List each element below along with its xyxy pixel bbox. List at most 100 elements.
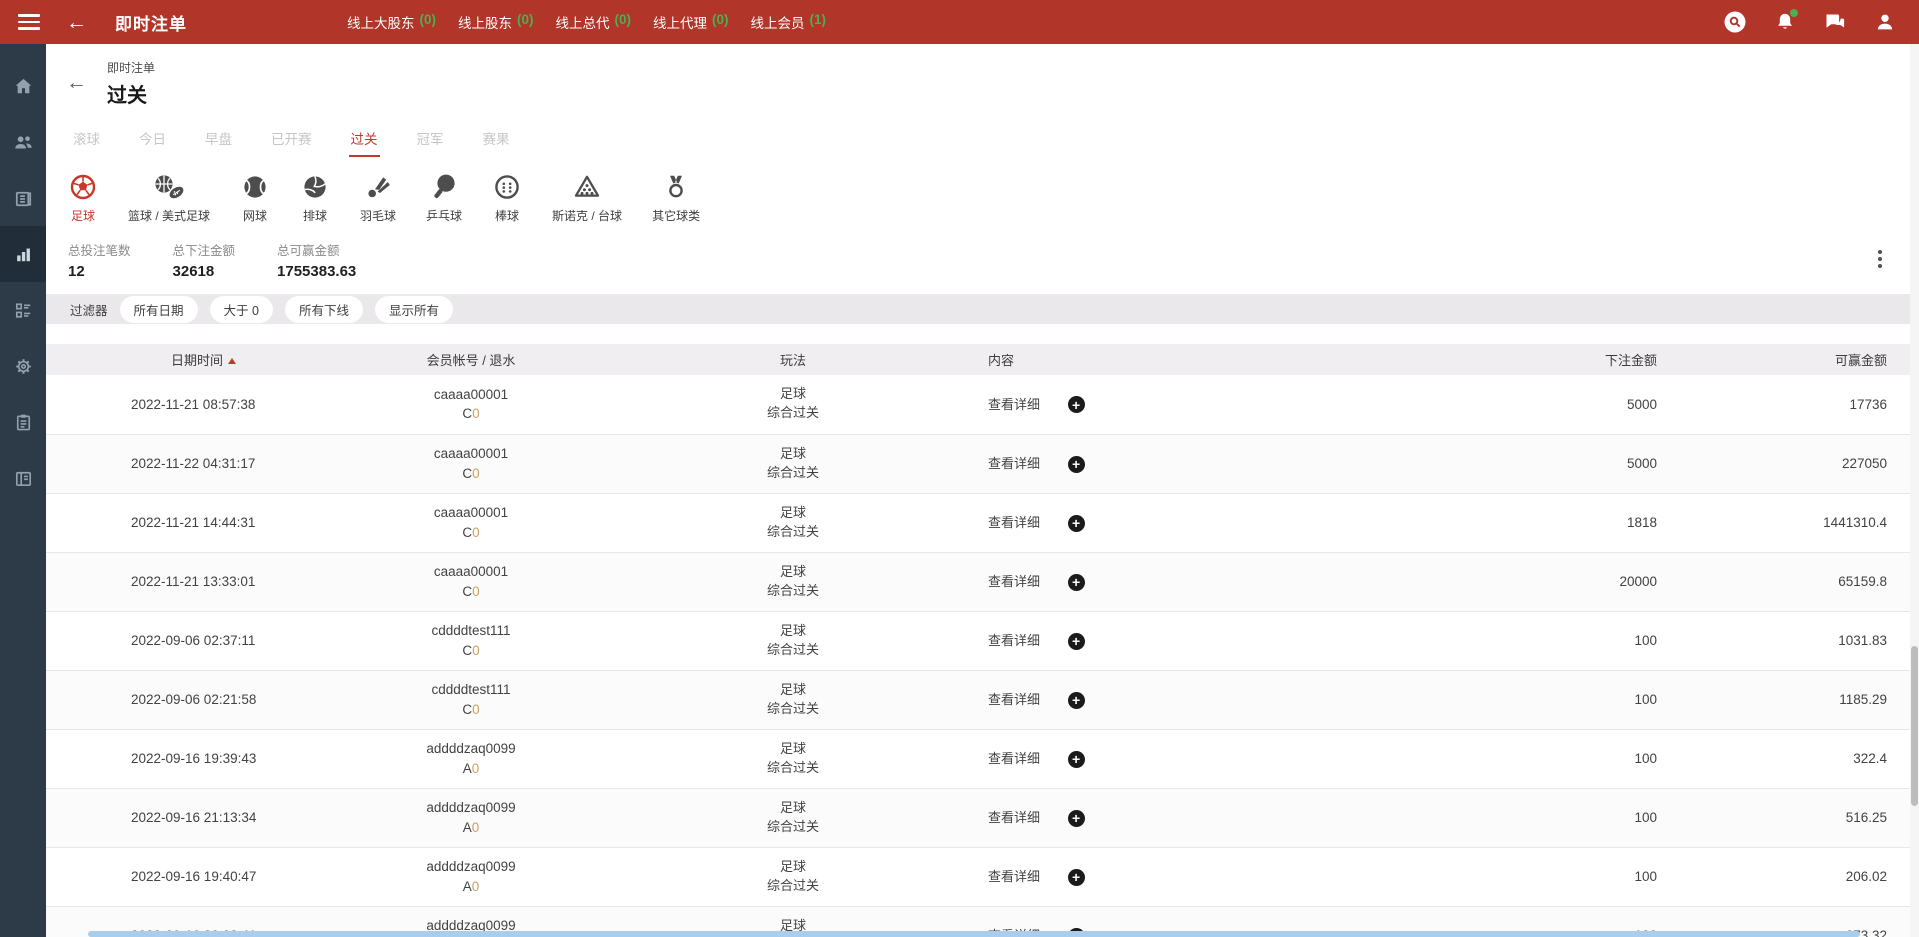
sidebar-item[interactable] xyxy=(0,114,46,170)
expand-plus-icon[interactable]: + xyxy=(1068,692,1085,709)
view-detail-link[interactable]: 查看详细 xyxy=(988,810,1040,825)
expand-plus-icon[interactable]: + xyxy=(1068,515,1085,532)
tab[interactable]: 早盘 xyxy=(203,128,234,157)
sidebar-item[interactable] xyxy=(0,58,46,114)
sport-item[interactable]: 棒球 xyxy=(492,170,522,224)
sidebar-item[interactable] xyxy=(0,450,46,506)
topbar-nav-link[interactable]: 线上会员 (1) xyxy=(751,12,827,32)
sidebar-item[interactable] xyxy=(0,170,46,226)
topbar-nav: 线上大股东 (0) 线上股东 (0) 线上总代 (0) 线上代理 (0) 线上会… xyxy=(347,12,826,32)
play-sport: 足球 xyxy=(606,445,980,464)
sport-item[interactable]: 足球 xyxy=(68,170,98,224)
sidebar-item[interactable] xyxy=(0,282,46,338)
sport-item[interactable]: 排球 xyxy=(300,170,330,224)
table-row: 2022-09-16 19:39:43 addddzaq0099 A0 足球 综… xyxy=(46,729,1919,788)
sport-item[interactable]: 其它球类 xyxy=(652,170,700,224)
cell-date: 2022-11-22 04:31:17 xyxy=(46,434,336,493)
table-row: 2022-11-21 08:57:38 caaaa00001 C0 足球 综合过… xyxy=(46,375,1919,434)
expand-plus-icon[interactable]: + xyxy=(1068,751,1085,768)
notifications-bell-icon[interactable] xyxy=(1773,10,1797,34)
expand-plus-icon[interactable]: + xyxy=(1068,633,1085,650)
cell-content: 查看详细 + xyxy=(980,375,1380,434)
breadcrumb: 即时注单 xyxy=(107,59,155,76)
topbar-back-icon[interactable]: ← xyxy=(66,12,87,33)
vertical-scrollbar-thumb[interactable] xyxy=(1911,646,1918,806)
expand-plus-icon[interactable]: + xyxy=(1068,869,1085,886)
rebate-code: C0 xyxy=(336,464,606,484)
tab-bar: 滚球 今日 早盘 已开赛 过关 冠军 赛果 xyxy=(46,128,1919,157)
col-header-date[interactable]: 日期时间 xyxy=(46,344,336,375)
sport-filter-bar: 足球 篮球 / 美式足球 网球 排球 羽毛球 乒乓球 棒球 斯诺克 / 台球 其… xyxy=(46,170,1919,224)
filter-chip[interactable]: 所有日期 xyxy=(120,296,198,323)
play-type: 综合过关 xyxy=(606,404,980,423)
expand-plus-icon[interactable]: + xyxy=(1068,574,1085,591)
view-detail-link[interactable]: 查看详细 xyxy=(988,397,1040,412)
sport-label: 棒球 xyxy=(492,207,522,224)
play-type: 综合过关 xyxy=(606,877,980,896)
rebate-code: A0 xyxy=(336,877,606,897)
account-icon[interactable] xyxy=(1873,10,1897,34)
tab[interactable]: 今日 xyxy=(137,128,168,157)
cell-account: caaaa00001 C0 xyxy=(336,552,606,611)
cell-win-amount: 1031.83 xyxy=(1665,611,1919,670)
view-detail-link[interactable]: 查看详细 xyxy=(988,574,1040,589)
topbar-nav-link[interactable]: 线上代理 (0) xyxy=(653,12,729,32)
cell-win-amount: 206.02 xyxy=(1665,847,1919,906)
table-row: 2022-09-16 21:13:34 addddzaq0099 A0 足球 综… xyxy=(46,788,1919,847)
cell-bet-amount: 100 xyxy=(1380,847,1665,906)
cell-play: 足球 综合过关 xyxy=(606,375,980,434)
rebate-code: C0 xyxy=(336,641,606,661)
tab[interactable]: 过关 xyxy=(349,128,380,157)
cell-date: 2022-11-21 13:33:01 xyxy=(46,552,336,611)
tab[interactable]: 冠军 xyxy=(415,128,446,157)
topbar-nav-link[interactable]: 线上总代 (0) xyxy=(556,12,632,32)
play-sport: 足球 xyxy=(606,799,980,818)
tab[interactable]: 赛果 xyxy=(481,128,512,157)
search-icon[interactable] xyxy=(1723,10,1747,34)
topbar-nav-link[interactable]: 线上股东 (0) xyxy=(458,12,534,32)
view-detail-link[interactable]: 查看详细 xyxy=(988,515,1040,530)
sport-item[interactable]: 篮球 / 美式足球 xyxy=(128,170,210,224)
expand-plus-icon[interactable]: + xyxy=(1068,396,1085,413)
hamburger-menu-icon[interactable] xyxy=(18,14,40,30)
tab[interactable]: 已开赛 xyxy=(269,128,314,157)
chat-icon[interactable] xyxy=(1823,10,1847,34)
member-account: addddzaq0099 xyxy=(336,739,606,759)
sport-icon xyxy=(128,170,210,202)
main-content: ← 即时注单 过关 滚球 今日 早盘 已开赛 过关 冠军 赛果 足球 篮球 / 美式足球 网… xyxy=(46,44,1919,937)
view-detail-link[interactable]: 查看详细 xyxy=(988,869,1040,884)
sport-item[interactable]: 羽毛球 xyxy=(360,170,396,224)
table-row: 2022-11-21 14:44:31 caaaa00001 C0 足球 综合过… xyxy=(46,493,1919,552)
table-header-row: 日期时间 会员帐号 / 退水 玩法 内容 下注金额 可赢金额 xyxy=(46,344,1919,375)
stat-value: 32618 xyxy=(173,263,236,280)
sport-item[interactable]: 斯诺克 / 台球 xyxy=(552,170,622,224)
filter-chip[interactable]: 大于 0 xyxy=(210,296,273,323)
sidebar-item[interactable] xyxy=(0,226,46,282)
view-detail-link[interactable]: 查看详细 xyxy=(988,751,1040,766)
sidebar-icon xyxy=(12,467,35,490)
filter-chip[interactable]: 显示所有 xyxy=(375,296,453,323)
col-header-account: 会员帐号 / 退水 xyxy=(336,344,606,375)
view-detail-link[interactable]: 查看详细 xyxy=(988,456,1040,471)
expand-plus-icon[interactable]: + xyxy=(1068,810,1085,827)
view-detail-link[interactable]: 查看详细 xyxy=(988,633,1040,648)
cell-date: 2022-09-16 19:39:43 xyxy=(46,729,336,788)
nav-link-label: 线上股东 xyxy=(458,12,512,32)
back-arrow-icon[interactable]: ← xyxy=(66,72,87,108)
sidebar-item[interactable] xyxy=(0,338,46,394)
play-type: 综合过关 xyxy=(606,700,980,719)
expand-plus-icon[interactable]: + xyxy=(1068,456,1085,473)
sidebar-item[interactable] xyxy=(0,394,46,450)
kebab-menu-icon[interactable] xyxy=(1871,248,1889,270)
filter-chip[interactable]: 所有下线 xyxy=(285,296,363,323)
sport-item[interactable]: 乒乓球 xyxy=(426,170,462,224)
horizontal-scrollbar-thumb[interactable] xyxy=(88,931,1860,937)
play-sport: 足球 xyxy=(606,385,980,404)
sport-item[interactable]: 网球 xyxy=(240,170,270,224)
sport-icon xyxy=(652,170,700,202)
tab[interactable]: 滚球 xyxy=(71,128,102,157)
topbar-nav-link[interactable]: 线上大股东 (0) xyxy=(347,12,436,32)
table-row: 2022-11-22 04:31:17 caaaa00001 C0 足球 综合过… xyxy=(46,434,1919,493)
sport-label: 网球 xyxy=(240,207,270,224)
view-detail-link[interactable]: 查看详细 xyxy=(988,692,1040,707)
